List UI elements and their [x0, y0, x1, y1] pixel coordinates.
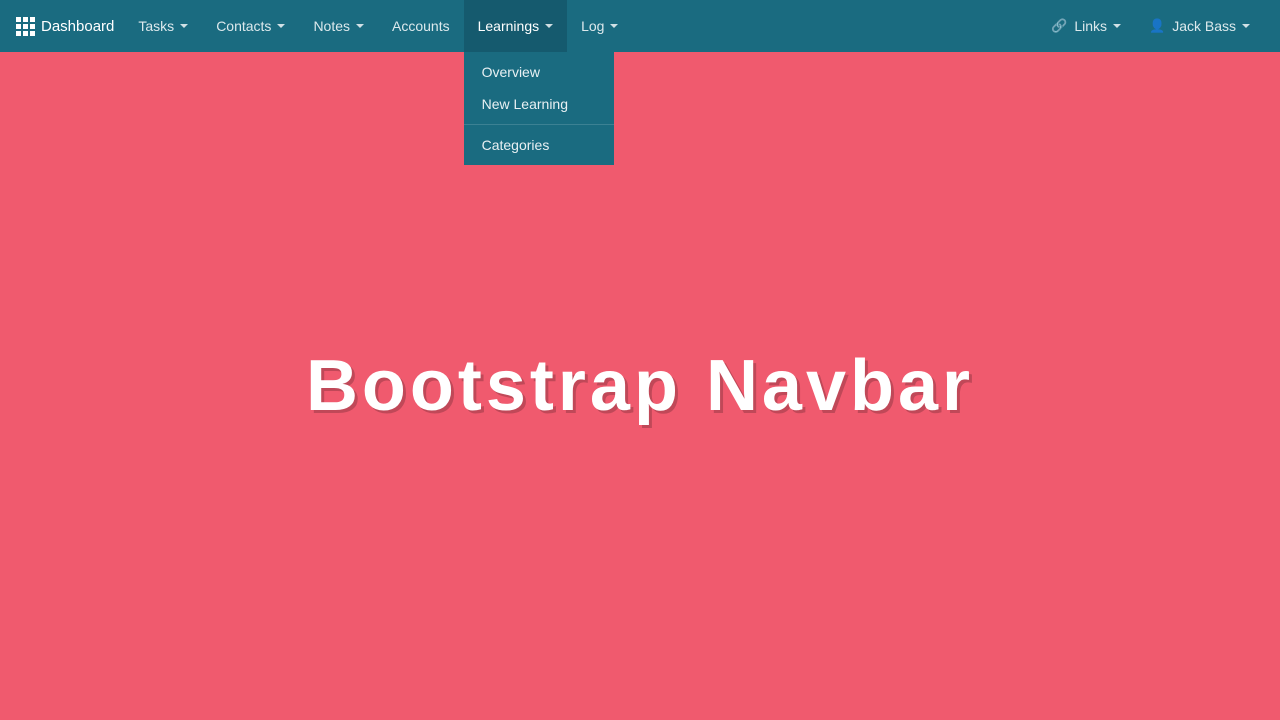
main-content: Bootstrap Navbar: [0, 52, 1280, 720]
nav-link-tasks[interactable]: Tasks: [124, 0, 202, 52]
nav-link-contacts[interactable]: Contacts: [202, 0, 299, 52]
dashboard-icon: [16, 17, 35, 36]
nav-item-accounts: Accounts: [378, 0, 464, 52]
nav-item-tasks: Tasks: [124, 0, 202, 52]
page-title: Bootstrap Navbar: [306, 345, 974, 427]
notes-caret: [356, 24, 364, 28]
nav-item-log: Log: [567, 0, 632, 52]
nav-right: 🔗 Links 👤 Jack Bass: [1037, 0, 1264, 52]
links-caret: [1113, 24, 1121, 28]
dropdown-link-overview[interactable]: Overview: [464, 56, 614, 88]
overview-label: Overview: [482, 64, 540, 80]
nav-item-contacts: Contacts: [202, 0, 299, 52]
notes-label: Notes: [313, 18, 350, 34]
user-label: Jack Bass: [1172, 18, 1236, 34]
nav-link-links[interactable]: 🔗 Links: [1037, 0, 1135, 52]
navbar: Dashboard Tasks Contacts Notes Accounts: [0, 0, 1280, 52]
contacts-label: Contacts: [216, 18, 271, 34]
log-caret: [610, 24, 618, 28]
learnings-dropdown: Overview New Learning Categories: [464, 52, 614, 165]
tasks-label: Tasks: [138, 18, 174, 34]
accounts-label: Accounts: [392, 18, 450, 34]
links-label: Links: [1074, 18, 1107, 34]
nav-link-user[interactable]: 👤 Jack Bass: [1135, 0, 1264, 52]
log-label: Log: [581, 18, 604, 34]
nav-item-notes: Notes: [299, 0, 378, 52]
link-icon: 🔗: [1051, 18, 1067, 34]
dropdown-item-categories: Categories: [464, 129, 614, 161]
nav-link-learnings[interactable]: Learnings: [464, 0, 568, 52]
nav-link-accounts[interactable]: Accounts: [378, 0, 464, 52]
user-caret: [1242, 24, 1250, 28]
dropdown-item-new-learning: New Learning: [464, 88, 614, 120]
brand-label: Dashboard: [41, 18, 114, 35]
categories-label: Categories: [482, 137, 550, 153]
nav-link-log[interactable]: Log: [567, 0, 632, 52]
contacts-caret: [277, 24, 285, 28]
dropdown-link-new-learning[interactable]: New Learning: [464, 88, 614, 120]
dropdown-divider: [464, 124, 614, 125]
tasks-caret: [180, 24, 188, 28]
nav-items: Tasks Contacts Notes Accounts Learni: [124, 0, 1037, 52]
learnings-caret: [545, 24, 553, 28]
learnings-label: Learnings: [478, 18, 540, 34]
dropdown-link-categories[interactable]: Categories: [464, 129, 614, 161]
new-learning-label: New Learning: [482, 96, 568, 112]
nav-link-notes[interactable]: Notes: [299, 0, 378, 52]
navbar-brand[interactable]: Dashboard: [16, 17, 114, 36]
dropdown-item-overview: Overview: [464, 56, 614, 88]
nav-item-learnings: Learnings Overview New Learning: [464, 0, 568, 52]
user-icon: 👤: [1149, 18, 1165, 34]
